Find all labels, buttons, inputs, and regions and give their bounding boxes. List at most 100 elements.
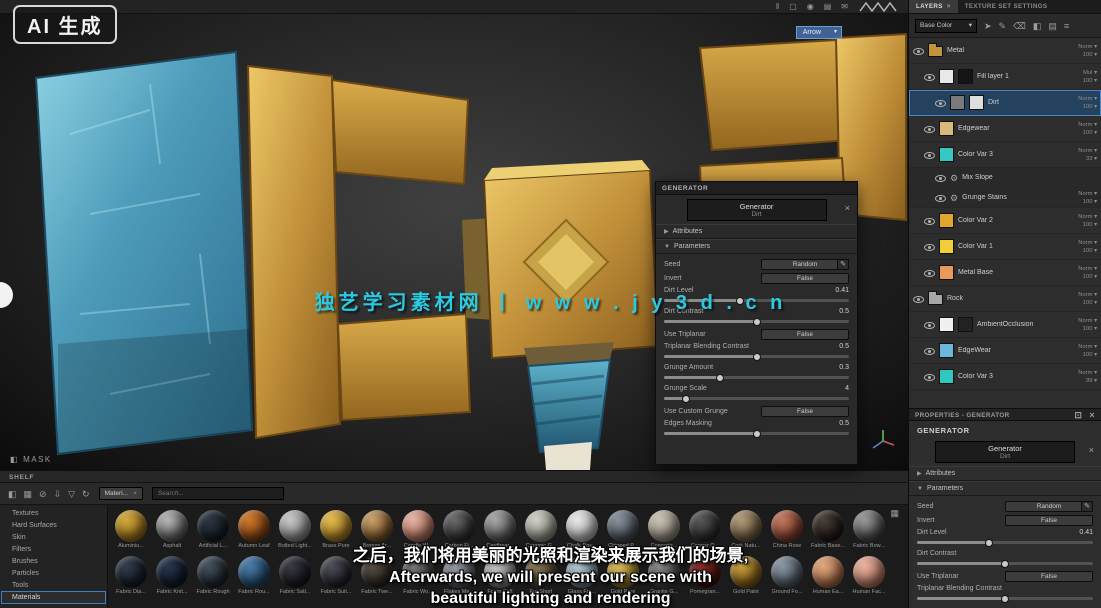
material-candle-w[interactable]: Candle W... — [401, 510, 435, 549]
material-artificial-l[interactable]: Artificial L... — [196, 510, 230, 549]
param-use-triplanar-button[interactable]: False — [761, 329, 849, 340]
param-seed-button[interactable]: Random✎ — [761, 259, 849, 270]
generator-dialog[interactable]: GENERATOR Generator Dirt × ▶Attributes ▼… — [655, 181, 858, 465]
material-china-rose[interactable]: China Rose — [770, 510, 804, 549]
param-dirt-level-slider[interactable] — [917, 541, 1093, 544]
fill-icon[interactable]: ◧ — [1033, 20, 1042, 32]
generator-slot[interactable]: Generator Dirt — [935, 441, 1075, 463]
close-icon[interactable]: × — [845, 204, 850, 213]
visibility-eye-icon[interactable] — [935, 193, 946, 203]
visibility-eye-icon[interactable] — [913, 46, 924, 56]
filter-chip-materials[interactable]: Materi... × — [99, 487, 143, 500]
material-fabric-bow[interactable]: Fabric Bow... — [852, 510, 886, 549]
material-cork-natu[interactable]: Cork Natu... — [729, 510, 763, 549]
axis-gizmo[interactable] — [870, 428, 896, 454]
stack-icon[interactable]: ▤ — [1048, 20, 1057, 32]
dialog-title[interactable]: GENERATOR — [656, 182, 857, 195]
blend-opacity-controls[interactable]: Norm ▾100 ▾ — [1078, 265, 1097, 281]
close-icon[interactable]: × — [133, 488, 137, 499]
category-hard-surfaces[interactable]: Hard Surfaces — [2, 520, 105, 531]
param-edges-masking-slider[interactable] — [664, 432, 849, 435]
param-seed-button[interactable]: Random✎ — [1005, 501, 1093, 512]
layer-row-color-var-3[interactable]: Color Var 3 Norm ▾99 ▾ — [909, 364, 1101, 390]
layer-row-grunge-stains[interactable]: ⚙ Grunge Stains Norm ▾100 ▾ — [909, 188, 1101, 208]
filter-icon[interactable]: ▽ — [68, 488, 75, 500]
blend-opacity-controls[interactable]: Norm ▾99 ▾ — [1078, 369, 1097, 385]
blend-opacity-controls[interactable]: Norm ▾100 ▾ — [1078, 121, 1097, 137]
blend-opacity-controls[interactable]: Norm ▾100 ▾ — [1078, 239, 1097, 255]
param-invert-button[interactable]: False — [1005, 515, 1093, 526]
layer-row-fill-layer-1[interactable]: Fill layer 1 Mul ▾100 ▾ — [909, 64, 1101, 90]
attributes-section[interactable]: ▶Attributes — [909, 466, 1101, 481]
material-concrete[interactable]: Concrete... — [647, 510, 681, 549]
attributes-section[interactable]: ▶Attributes — [656, 224, 857, 239]
blend-opacity-controls[interactable]: Norm ▾100 ▾ — [1078, 95, 1097, 111]
category-textures[interactable]: Textures — [2, 508, 105, 519]
param-use-custom-grunge-button[interactable]: False — [761, 406, 849, 417]
layer-row-dirt[interactable]: Dirt Norm ▾100 ▾ — [909, 90, 1101, 116]
record-icon[interactable]: ◉ — [807, 0, 814, 14]
material-bolted-light[interactable]: Bolted Light... — [278, 510, 312, 549]
visibility-eye-icon[interactable] — [924, 150, 935, 160]
material-chalk-rou[interactable]: Chalk Rou... — [565, 510, 599, 549]
material-copper-o[interactable]: Copper O... — [688, 510, 722, 549]
visibility-eye-icon[interactable] — [924, 320, 935, 330]
properties-header[interactable]: PROPERTIES - GENERATOR ⊡× — [909, 408, 1101, 421]
layer-row-color-var-2[interactable]: Color Var 2 Norm ▾100 ▾ — [909, 208, 1101, 234]
material-fabric-base[interactable]: Fabric Base... — [811, 510, 845, 549]
tab-texture-set-settings[interactable]: TEXTURE SET SETTINGS — [958, 0, 1055, 13]
material-asphalt[interactable]: Asphalt — [155, 510, 189, 549]
grid-view-icon[interactable]: ▦ — [24, 488, 33, 500]
dock-icon[interactable]: ⊡ — [1074, 409, 1082, 420]
material-aluminiu[interactable]: Aluminiu... — [114, 510, 148, 549]
layer-row-ambientocclusion[interactable]: AmbientOcclusion Norm ▾100 ▾ — [909, 312, 1101, 338]
blend-opacity-controls[interactable]: Norm ▾100 ▾ — [1078, 43, 1097, 59]
eraser-icon[interactable]: ⌫ — [1013, 20, 1026, 32]
pause-icon[interactable]: ‖ — [776, 0, 779, 14]
menu-icon[interactable]: ≡ — [1064, 20, 1069, 32]
parameters-section[interactable]: ▼Parameters — [656, 239, 857, 254]
refresh-icon[interactable]: ↻ — [82, 488, 90, 500]
visibility-eye-icon[interactable] — [935, 98, 946, 108]
edit-icon[interactable]: ✎ — [1081, 501, 1093, 512]
generator-slot[interactable]: Generator Dirt — [687, 199, 827, 221]
param-grunge-scale-slider[interactable] — [664, 397, 849, 400]
panels-icon[interactable]: ▤ — [824, 0, 832, 14]
close-icon[interactable]: × — [947, 3, 951, 10]
blend-opacity-controls[interactable]: Norm ▾100 ▾ — [1078, 213, 1097, 229]
export-icon[interactable]: ⇩ — [54, 488, 62, 500]
material-autumn-leaf[interactable]: Autumn Leaf — [237, 510, 271, 549]
visibility-eye-icon[interactable] — [924, 242, 935, 252]
layer-row-metal[interactable]: Metal Norm ▾100 ▾ — [909, 38, 1101, 64]
frame-icon[interactable]: ▢ — [789, 0, 797, 14]
shelf-header[interactable]: SHELF — [0, 470, 908, 483]
visibility-eye-icon[interactable] — [924, 372, 935, 382]
layer-row-metal-base[interactable]: Metal Base Norm ▾100 ▾ — [909, 260, 1101, 286]
material-ceramic-g[interactable]: Ceramic G... — [524, 510, 558, 549]
visibility-eye-icon[interactable] — [924, 124, 935, 134]
category-skin[interactable]: Skin — [2, 532, 105, 543]
material-carbon-fi[interactable]: Carbon Fi... — [442, 510, 476, 549]
link-disabled-icon[interactable]: ⊘ — [39, 488, 47, 500]
brush-icon[interactable]: ✎ — [999, 20, 1007, 32]
tab-layers[interactable]: LAYERS× — [909, 0, 958, 13]
param-dirt-contrast-slider[interactable] — [664, 320, 849, 323]
folder-icon[interactable]: ◧ — [8, 488, 17, 500]
param-invert-button[interactable]: False — [761, 273, 849, 284]
blend-opacity-controls[interactable]: Norm ▾100 ▾ — [1078, 343, 1097, 359]
material-brass-pure[interactable]: Brass Pure — [319, 510, 353, 549]
search-input[interactable] — [152, 487, 284, 500]
material-chipped-p[interactable]: Chipped P... — [606, 510, 640, 549]
material-bronze-ar[interactable]: Bronze Ar... — [360, 510, 394, 549]
grid-columns-icon[interactable]: ▦ — [890, 508, 899, 519]
material-cardboar[interactable]: Cardboar... — [483, 510, 517, 549]
visibility-eye-icon[interactable] — [924, 346, 935, 356]
gizmo-mode-dropdown[interactable]: Arrow — [796, 26, 842, 39]
close-icon[interactable]: × — [1089, 446, 1094, 455]
visibility-eye-icon[interactable] — [924, 72, 935, 82]
layer-row-edgewear[interactable]: Edgewear Norm ▾100 ▾ — [909, 116, 1101, 142]
blend-opacity-controls[interactable]: Norm ▾100 ▾ — [1078, 317, 1097, 333]
layer-row-edgewear[interactable]: EdgeWear Norm ▾100 ▾ — [909, 338, 1101, 364]
blend-opacity-controls[interactable]: Norm ▾100 ▾ — [1078, 190, 1097, 206]
parameters-section[interactable]: ▼Parameters — [909, 481, 1101, 496]
